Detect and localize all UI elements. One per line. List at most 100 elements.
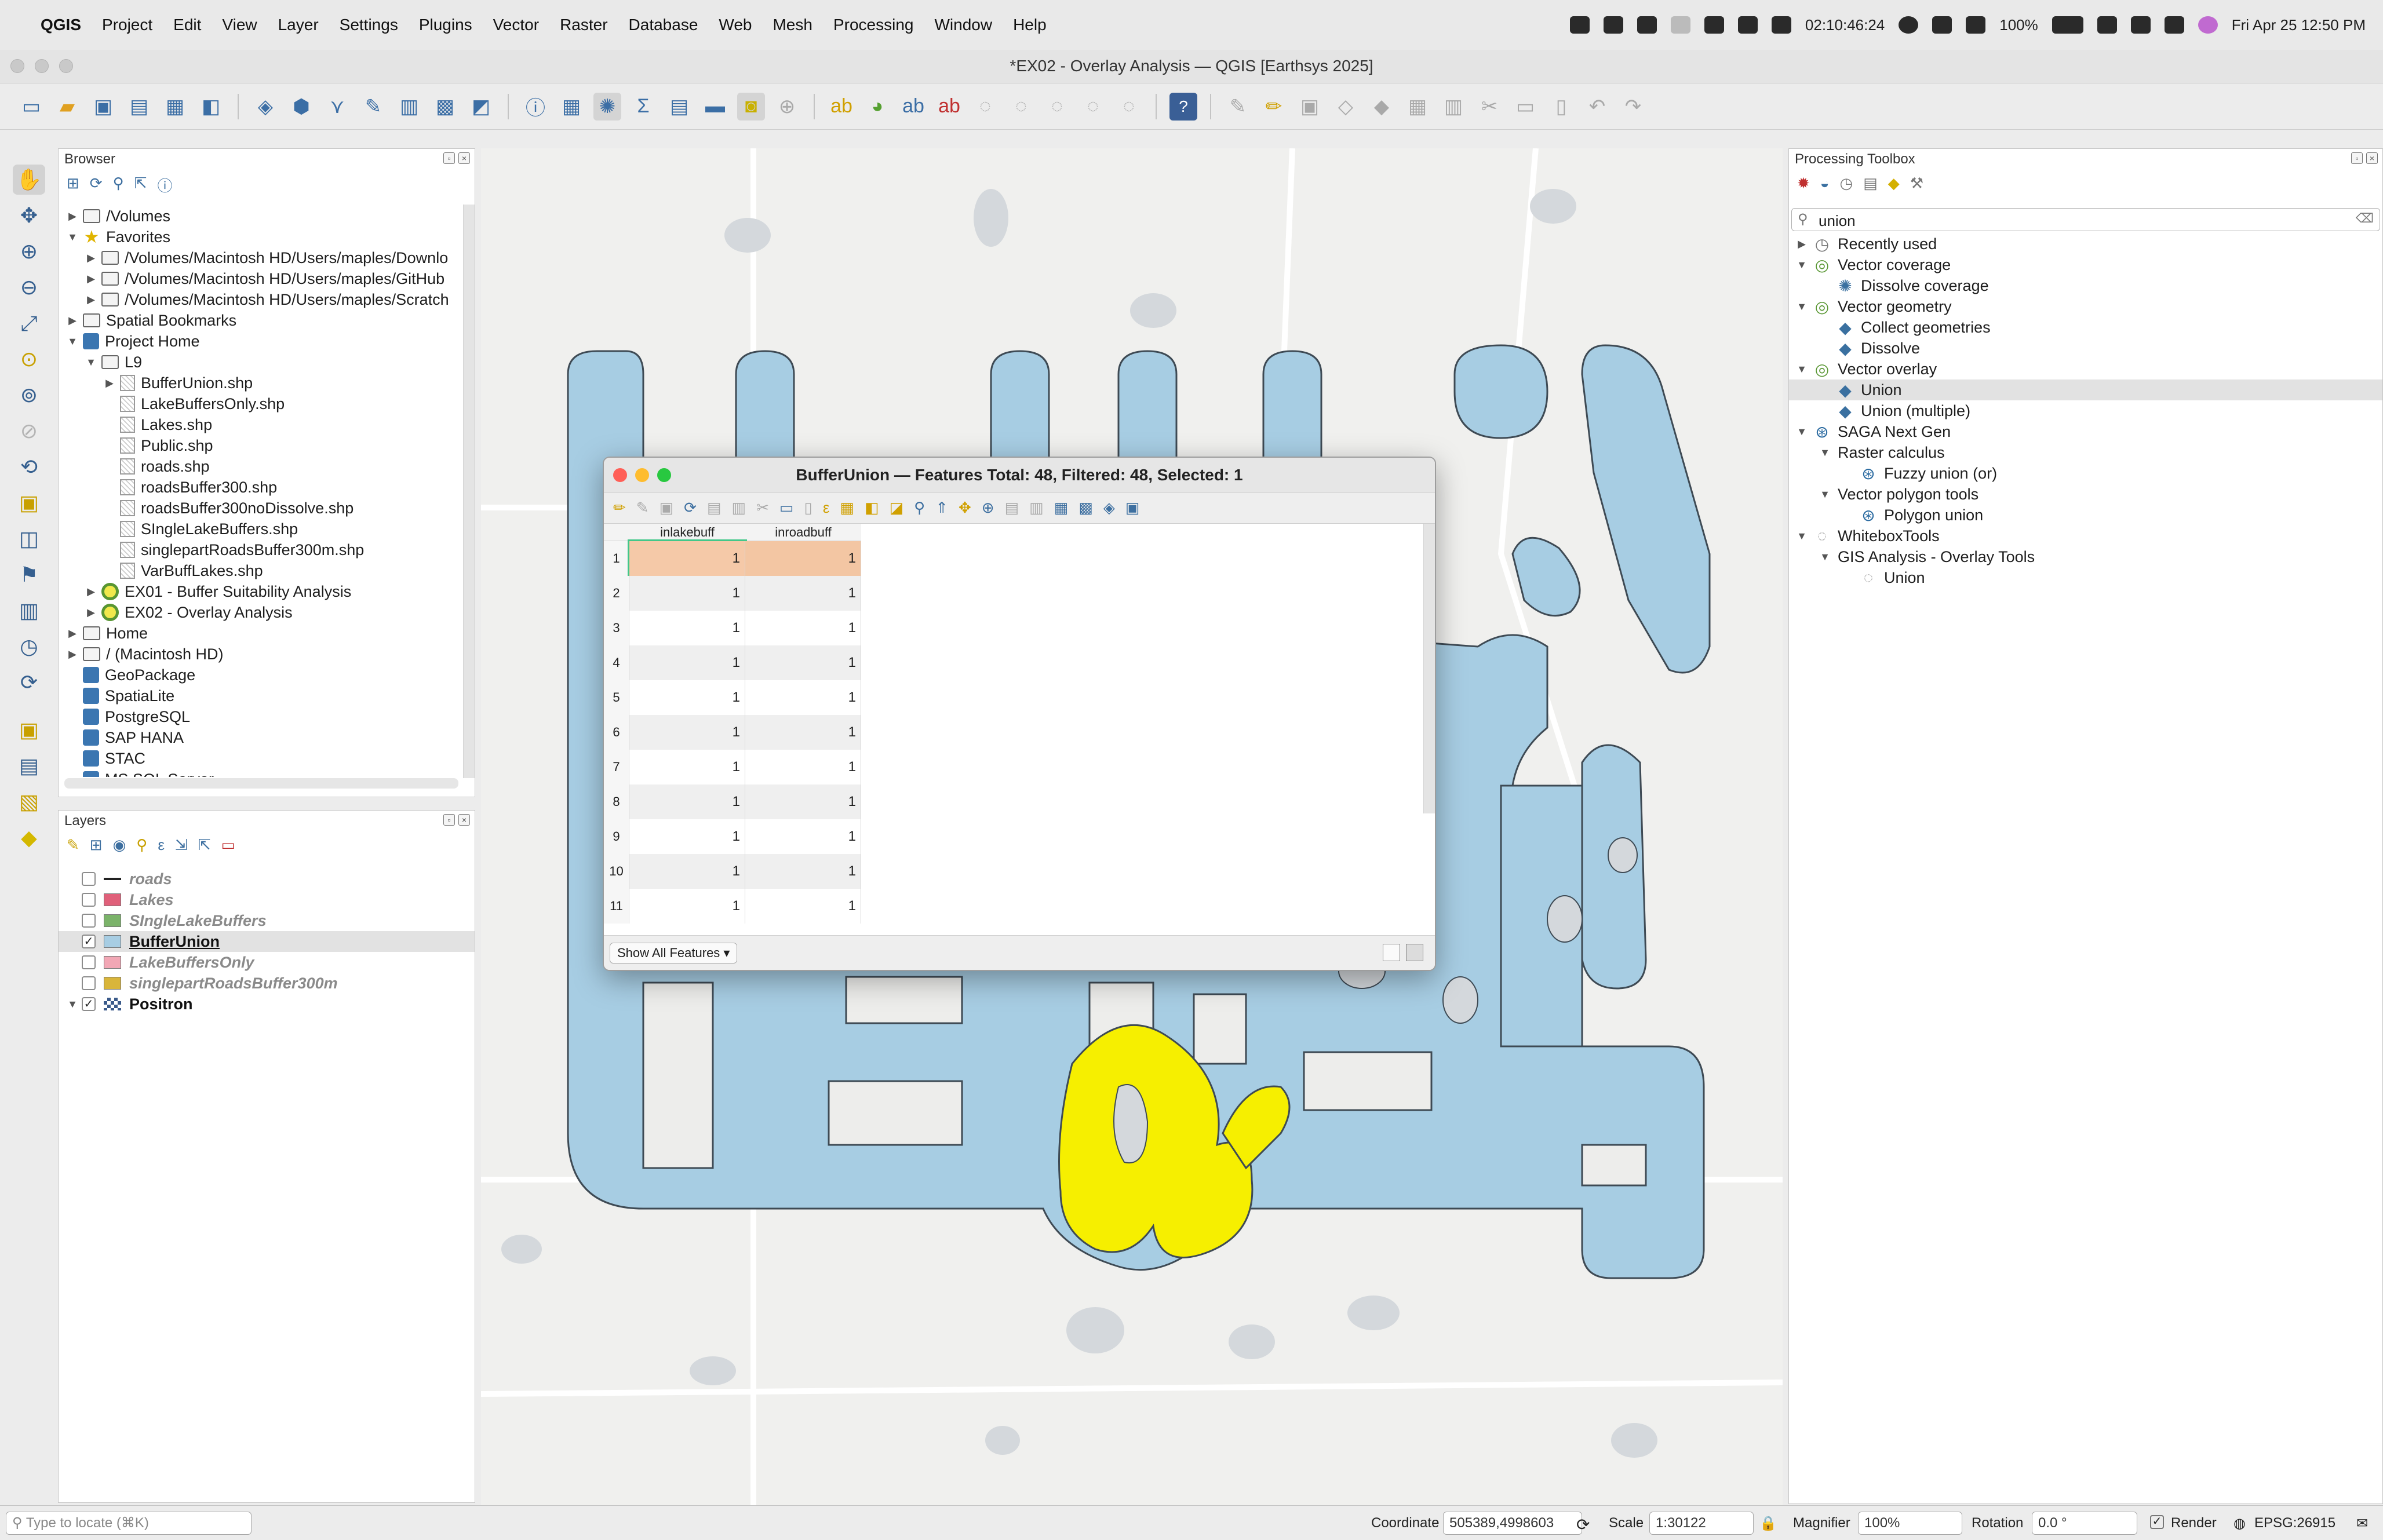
close-panel-button[interactable]: ×: [458, 814, 470, 826]
float-panel-button[interactable]: ▫: [2351, 152, 2363, 164]
filter-select-icon[interactable]: ⚲: [914, 499, 925, 517]
new-project-icon[interactable]: ▭: [17, 93, 45, 121]
toggle-editing-icon[interactable]: ✏: [1260, 93, 1288, 121]
moon-icon[interactable]: [1670, 16, 1690, 34]
collapsed-arrow-icon[interactable]: ▶: [85, 586, 97, 598]
processing-item[interactable]: ▼ ◎ Vector overlay: [1789, 359, 2382, 379]
browser-item[interactable]: singlepartRoadsBuffer300m.shp: [104, 539, 364, 560]
browser-item[interactable]: ▶ Spatial Bookmarks: [67, 310, 236, 331]
table-cell[interactable]: 1: [629, 576, 745, 611]
layer-visibility-checkbox[interactable]: [82, 872, 96, 886]
digitize-icon[interactable]: ✎: [359, 93, 387, 121]
filter-legend-icon[interactable]: ⚲: [136, 836, 147, 854]
move-selection-top-icon[interactable]: ⇑: [935, 499, 948, 517]
layer-item[interactable]: singlepartRoadsBuffer300m: [59, 973, 475, 994]
spotlight-icon[interactable]: [2130, 16, 2151, 34]
menu-web[interactable]: Web: [719, 16, 752, 34]
filter-browser-icon[interactable]: ⚲: [113, 174, 124, 196]
open-project-icon[interactable]: ▰: [53, 93, 81, 121]
help-icon[interactable]: ?: [1169, 92, 1197, 121]
table-cell[interactable]: 1: [745, 645, 861, 680]
browser-item[interactable]: ▼ L9: [85, 352, 142, 373]
scale-lock-icon[interactable]: 🔒: [1759, 1515, 1777, 1532]
table-cell[interactable]: 1: [745, 819, 861, 854]
collapsed-arrow-icon[interactable]: ▶: [85, 273, 97, 285]
models-icon[interactable]: ✹: [1797, 174, 1810, 192]
table-cell[interactable]: 1: [629, 854, 745, 889]
column-header[interactable]: inlakebuff: [629, 524, 745, 541]
crs-globe-icon[interactable]: ◍: [2233, 1515, 2246, 1532]
menu-plugins[interactable]: Plugins: [419, 16, 472, 34]
display-icon[interactable]: [1637, 16, 1657, 34]
table-view-button[interactable]: [1406, 944, 1423, 961]
save-edits-icon[interactable]: ▣: [659, 499, 674, 517]
table-cell[interactable]: 1: [629, 611, 745, 645]
print-layout-icon[interactable]: ▦: [161, 93, 189, 121]
menu-edit[interactable]: Edit: [173, 16, 201, 34]
temporal-controller-icon[interactable]: ◷: [13, 632, 45, 662]
layer-visibility-checkbox[interactable]: [82, 955, 96, 969]
select-features-icon[interactable]: ▣: [13, 715, 45, 745]
expanded-arrow-icon[interactable]: ▼: [1796, 426, 1808, 438]
bookmark-icon[interactable]: ⚑: [13, 560, 45, 590]
browser-item[interactable]: SpatiaLite: [67, 685, 174, 706]
row-number-header[interactable]: 10: [604, 854, 629, 889]
toggle-extents-icon[interactable]: ⟳: [1576, 1515, 1590, 1534]
layer-item[interactable]: roads: [59, 868, 475, 889]
vertex-tool-icon[interactable]: ◆: [1368, 93, 1395, 121]
collapsed-arrow-icon[interactable]: ▶: [67, 210, 78, 222]
annotation-icon[interactable]: ◆: [13, 823, 45, 853]
processing-item[interactable]: ▼ Vector polygon tools: [1789, 484, 2382, 505]
menu-vector[interactable]: Vector: [493, 16, 539, 34]
identify-icon[interactable]: ⓘ: [522, 93, 549, 121]
table-cell[interactable]: 1: [745, 784, 861, 819]
processing-item[interactable]: ▼ GIS Analysis - Overlay Tools: [1789, 546, 2382, 567]
add-csv-icon[interactable]: ▥: [395, 93, 423, 121]
data-source-manager-icon[interactable]: ◈: [252, 93, 279, 121]
select-by-value-icon[interactable]: ▤: [13, 751, 45, 781]
measure-icon[interactable]: ▬: [701, 93, 729, 121]
expanded-arrow-icon[interactable]: ▼: [1819, 488, 1831, 501]
table-cell[interactable]: 1: [745, 750, 861, 784]
table-cell[interactable]: 1: [629, 819, 745, 854]
row-number-header[interactable]: 7: [604, 750, 629, 784]
layer-visibility-checkbox[interactable]: ✓: [82, 935, 96, 948]
app-menu[interactable]: QGIS: [41, 16, 81, 34]
processing-item[interactable]: ▼ ⊛ SAGA Next Gen: [1789, 421, 2382, 442]
browser-item[interactable]: Lakes.shp: [104, 414, 212, 435]
processing-item[interactable]: ⊛ Fuzzy union (or): [1789, 463, 2382, 484]
menu-processing[interactable]: Processing: [833, 16, 914, 34]
row-number-header[interactable]: 3: [604, 611, 629, 645]
crs-label[interactable]: EPSG:26915: [2254, 1515, 2335, 1531]
expanded-arrow-icon[interactable]: ▼: [1796, 301, 1808, 313]
menubar-clock[interactable]: Fri Apr 25 12:50 PM: [2232, 16, 2366, 34]
open-table-icon[interactable]: ▤: [665, 93, 693, 121]
layer-item[interactable]: Lakes: [59, 889, 475, 910]
row-number-header[interactable]: 2: [604, 576, 629, 611]
collapsed-arrow-icon[interactable]: ▶: [85, 252, 97, 264]
processing-item[interactable]: ▼ ◎ Vector geometry: [1789, 296, 2382, 317]
row-number-header[interactable]: 6: [604, 715, 629, 750]
expanded-arrow-icon[interactable]: ▼: [67, 231, 78, 243]
deselect-all-icon[interactable]: ◪: [890, 499, 904, 517]
refresh-icon[interactable]: ⟳: [13, 667, 45, 698]
control-center-icon[interactable]: [2164, 16, 2184, 34]
show-all-features-dropdown[interactable]: Show All Features ▾: [610, 943, 738, 964]
browser-item[interactable]: MS SQL Server: [67, 769, 214, 777]
layer-visibility-checkbox[interactable]: [82, 893, 96, 907]
show-bookmarks-icon[interactable]: ▥: [13, 596, 45, 626]
processing-toolbox-icon[interactable]: ✺: [593, 92, 621, 121]
attribute-table-icon[interactable]: ▦: [558, 93, 585, 121]
zoom-layer-icon[interactable]: ⊚: [13, 380, 45, 410]
collapsed-arrow-icon[interactable]: ▶: [67, 627, 78, 640]
tray-app-icon[interactable]: [1569, 16, 1590, 34]
render-checkbox[interactable]: ✓: [2150, 1515, 2164, 1529]
menu-raster[interactable]: Raster: [560, 16, 607, 34]
battery-percent[interactable]: 100%: [1999, 16, 2038, 34]
layer-item[interactable]: SIngleLakeBuffers: [59, 910, 475, 931]
float-panel-button[interactable]: ▫: [443, 152, 455, 164]
browser-item[interactable]: ▶ /Volumes/Macintosh HD/Users/maples/Down…: [85, 247, 448, 268]
invert-selection-icon[interactable]: ◧: [865, 499, 879, 517]
zoom-native-icon[interactable]: ⊘: [13, 416, 45, 446]
browser-item[interactable]: PostgreSQL: [67, 706, 190, 727]
